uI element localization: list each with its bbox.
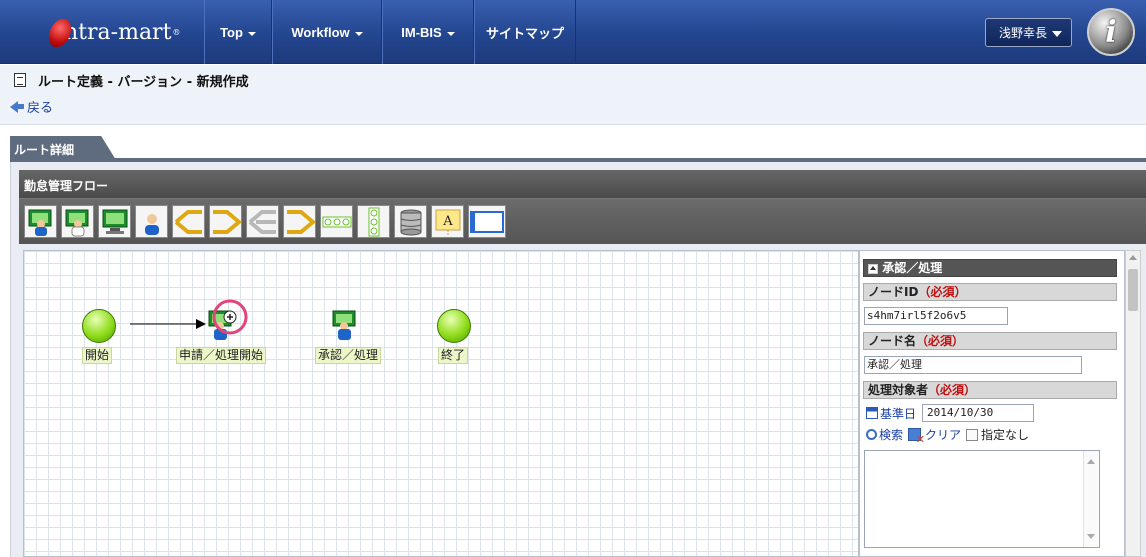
back-label: 戻る [27, 101, 54, 116]
logo-registered: ® [172, 27, 181, 37]
flow-title: 勤怠管理フロー [19, 170, 1146, 198]
target-list-textarea[interactable] [864, 450, 1100, 548]
branch-end-icon[interactable] [209, 205, 242, 238]
chevron-down-icon [446, 32, 455, 36]
menu-workflow-label: Workflow [291, 24, 350, 40]
add-connector-icon[interactable] [210, 297, 250, 337]
page-icon [14, 73, 26, 87]
menu-im-bis-label: IM-BIS [401, 24, 442, 40]
approve-node-label: 承認／処理 [315, 347, 382, 364]
base-date-row: 基準日 2014/10/30 [866, 404, 1035, 422]
node-name-label: ノード名 [868, 334, 917, 348]
node-id-label: ノードID [868, 285, 919, 299]
node-id-heading: ノードID（必須） [863, 283, 1117, 301]
base-date-label: 基準日 [880, 406, 917, 421]
apply-node-icon[interactable] [24, 205, 57, 238]
parallel-start-icon[interactable] [246, 205, 279, 238]
required-mark: （必須） [918, 285, 967, 299]
intra-mart-logo[interactable]: ntra-mart ® [0, 0, 204, 64]
node-name-heading: ノード名（必須） [863, 332, 1117, 350]
node-name-input[interactable]: 承認／処理 [864, 356, 1082, 374]
menu-sitemap[interactable]: サイトマップ [474, 0, 576, 64]
vertical-node-icon[interactable] [357, 205, 390, 238]
menu-sitemap-label: サイトマップ [485, 25, 564, 41]
horizontal-node-icon[interactable] [320, 205, 353, 238]
panel-scrollbar[interactable] [1125, 250, 1141, 557]
back-arrow-stem [18, 104, 24, 109]
clear-icon[interactable] [908, 428, 925, 446]
connector-arrowhead [196, 319, 206, 329]
node-toolbar: A [19, 198, 1146, 244]
frame-icon[interactable] [468, 205, 506, 238]
menu-im-bis[interactable]: IM-BIS [382, 0, 474, 64]
collapse-icon [868, 263, 878, 274]
calendar-icon[interactable] [866, 407, 878, 419]
parallel-end-icon[interactable] [283, 205, 316, 238]
apply-node-label: 申請／処理開始 [176, 347, 267, 364]
approve-node-icon[interactable] [61, 205, 94, 238]
menu-top-label: Top [220, 24, 243, 40]
menu-workflow[interactable]: Workflow [272, 0, 382, 64]
end-node-label: 終了 [438, 347, 469, 364]
flow-canvas[interactable]: 開始 申請／処理開始 承認／処理 終了 [23, 250, 859, 557]
search-link[interactable]: 検索 [879, 426, 903, 443]
brand-emblem-icon: i [1087, 8, 1135, 56]
none-checkbox-label: 指定なし [981, 428, 1030, 442]
title-bar: ルート定義 - バージョン - 新規作成 戻る [0, 65, 1146, 125]
person-node-icon[interactable] [135, 205, 168, 238]
tab-row: ルート詳細 [0, 126, 1146, 160]
user-menu-button[interactable]: 浅野幸長 [985, 18, 1072, 47]
user-name: 浅野幸長 [999, 26, 1048, 40]
node-id-input[interactable]: s4hm7irl5f2o6v5 [864, 307, 1008, 325]
chevron-down-icon [354, 32, 363, 36]
search-icon[interactable] [866, 429, 877, 440]
textarea-scrollbar[interactable] [1083, 451, 1099, 547]
scroll-up-icon [1129, 255, 1137, 260]
target-heading: 処理対象者（必須） [863, 381, 1117, 399]
scroll-up-icon [1087, 459, 1095, 464]
clear-link[interactable]: クリア [925, 426, 961, 443]
target-actions-row: 検索 クリア 指定なし [866, 426, 1030, 446]
tab-route-detail[interactable]: ルート詳細 [10, 136, 116, 160]
start-node-label: 開始 [82, 347, 113, 364]
property-panel-title: 承認／処理 [882, 261, 943, 275]
back-link[interactable]: 戻る [10, 97, 53, 116]
start-node[interactable] [82, 309, 116, 343]
none-checkbox[interactable] [966, 428, 979, 441]
app-header: ntra-mart ® Top Workflow IM-BIS サイトマップ 浅野… [0, 0, 1146, 64]
process-node-icon[interactable] [98, 205, 131, 238]
brand-glyph: i [1105, 14, 1117, 50]
required-mark: （必須） [928, 383, 977, 397]
back-arrow-icon [10, 100, 18, 113]
property-panel-header[interactable]: 承認／処理 [863, 259, 1117, 277]
svg-text:A: A [442, 214, 453, 229]
end-node[interactable] [437, 309, 471, 343]
base-date-input[interactable]: 2014/10/30 [922, 404, 1035, 422]
required-mark: （必須） [916, 334, 965, 348]
property-panel: 承認／処理 ノードID（必須） s4hm7irl5f2o6v5 ノード名（必須）… [859, 250, 1125, 557]
target-label: 処理対象者 [868, 383, 929, 397]
tab-label: ルート詳細 [14, 143, 75, 157]
route-detail-panel: 勤怠管理フロー A 開始 申請／処理開始 承認／処理 終了 承認／処理 ノードI… [10, 162, 1146, 557]
text-annotation-icon[interactable]: A [431, 205, 464, 238]
scrollbar-thumb[interactable] [1128, 269, 1138, 311]
page-title: ルート定義 - バージョン - 新規作成 [38, 75, 249, 90]
scroll-down-icon [1087, 534, 1095, 539]
chevron-down-icon [1052, 31, 1062, 37]
chevron-down-icon [247, 32, 256, 36]
menu-top[interactable]: Top [204, 0, 272, 64]
approve-node[interactable] [331, 309, 359, 341]
logo-text: ntra-mart [64, 19, 172, 45]
database-node-icon[interactable] [394, 205, 427, 238]
branch-start-icon[interactable] [172, 205, 205, 238]
